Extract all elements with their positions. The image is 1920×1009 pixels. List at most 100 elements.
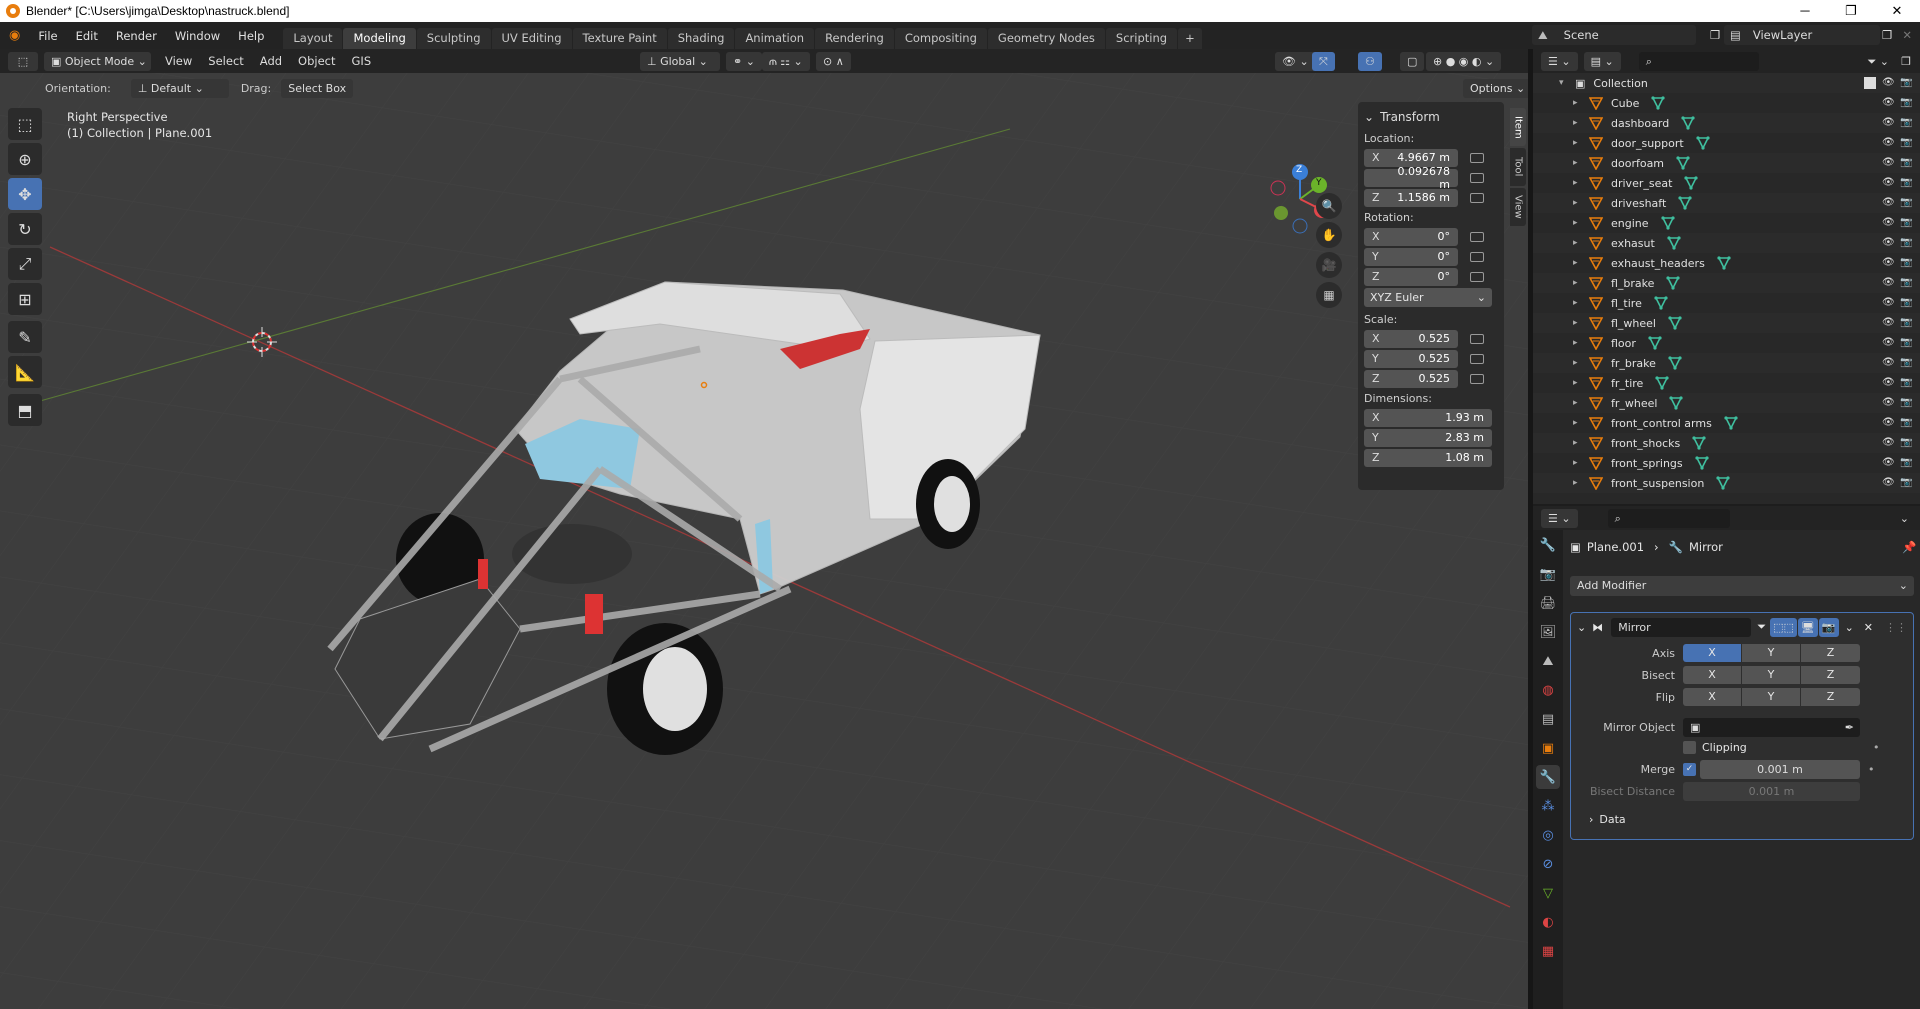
rotation-y-field[interactable]: Y 0°: [1364, 247, 1458, 266]
scale-x-field[interactable]: X 0.525: [1364, 329, 1458, 348]
menu-window[interactable]: Window: [166, 29, 229, 43]
lock-icon[interactable]: [1470, 251, 1484, 262]
expand-triangle-icon[interactable]: ▸: [1573, 318, 1581, 328]
mesh-data-icon[interactable]: [1655, 376, 1669, 390]
camera-icon[interactable]: 📷: [1900, 337, 1912, 349]
mode-selector[interactable]: ▣ Object Mode ⌄: [44, 51, 151, 71]
camera-icon[interactable]: 📷: [1900, 157, 1912, 169]
zoom-icon[interactable]: 🔍: [1316, 193, 1342, 219]
lock-icon[interactable]: [1470, 152, 1484, 163]
tab-layout[interactable]: Layout: [283, 28, 343, 49]
gis-menu[interactable]: GIS: [344, 54, 380, 68]
pan-hand-icon[interactable]: ✋: [1316, 222, 1342, 248]
modifier-name-input[interactable]: Mirror: [1611, 617, 1752, 637]
editor-type-icon[interactable]: ☰ ⌄: [1541, 508, 1578, 528]
tab-texture-paint[interactable]: Texture Paint: [572, 28, 667, 49]
add-modifier-button[interactable]: Add Modifier ⌄: [1570, 576, 1914, 596]
mesh-data-icon[interactable]: [1666, 276, 1681, 290]
tab-modeling[interactable]: Modeling: [343, 28, 416, 49]
eye-icon[interactable]: 👁: [1882, 77, 1895, 89]
world-properties-icon[interactable]: ◍: [1536, 678, 1560, 702]
modifier-dropdown-icon[interactable]: ⌄: [1845, 621, 1854, 634]
tab-shading[interactable]: Shading: [667, 28, 735, 49]
mesh-data-icon[interactable]: [1654, 296, 1668, 310]
viewport-display-toggle-icon[interactable]: 🖥: [1797, 617, 1818, 637]
expand-triangle-icon[interactable]: ▸: [1573, 438, 1581, 448]
clipping-checkbox[interactable]: [1683, 740, 1696, 754]
transform-orientation-selector[interactable]: ⊥ Global ⌄: [640, 51, 720, 71]
maximize-button[interactable]: ❐: [1828, 0, 1874, 22]
mesh-data-icon[interactable]: [1681, 116, 1695, 130]
pivot-point-icon[interactable]: ⚭ ⌄: [726, 51, 762, 71]
eye-icon[interactable]: 👁: [1882, 277, 1895, 289]
collapse-chevron-icon[interactable]: ⌄: [1577, 621, 1586, 634]
move-tool-icon[interactable]: ✥: [8, 178, 42, 210]
data-subpanel-header[interactable]: › Data: [1589, 809, 1626, 829]
collection-properties-icon[interactable]: ▤: [1536, 707, 1560, 731]
eye-icon[interactable]: 👁: [1882, 257, 1895, 269]
dimension-x-field[interactable]: X 1.93 m: [1364, 408, 1492, 427]
mesh-data-icon[interactable]: [1692, 436, 1706, 450]
mesh-data-icon[interactable]: [1696, 136, 1710, 150]
location-y-field[interactable]: 0.092678 m: [1364, 165, 1458, 191]
location-z-field[interactable]: Z 1.1586 m: [1364, 188, 1458, 207]
lock-icon[interactable]: [1470, 192, 1484, 203]
expand-triangle-icon[interactable]: ▸: [1573, 198, 1581, 208]
display-mode-icon[interactable]: ▤ ⌄: [1583, 51, 1621, 71]
new-collection-icon[interactable]: ❐: [1894, 52, 1918, 71]
merge-checkbox[interactable]: ✓: [1683, 762, 1696, 776]
outliner-item[interactable]: ▸ door_support 👁 📷: [1533, 133, 1920, 153]
axis-z-toggle[interactable]: Z: [1801, 644, 1860, 662]
rotate-tool-icon[interactable]: ↻: [8, 213, 42, 245]
mesh-data-icon[interactable]: [1668, 356, 1682, 370]
viewlayer-selector[interactable]: ▤ ViewLayer: [1724, 25, 1880, 45]
tab-sculpting[interactable]: Sculpting: [416, 28, 491, 49]
editor-type-icon[interactable]: ☰ ⌄: [1541, 51, 1578, 71]
flip-x-toggle[interactable]: X: [1683, 688, 1742, 706]
eye-icon[interactable]: 👁: [1882, 137, 1895, 149]
editor-type-icon[interactable]: ⬚: [8, 51, 38, 71]
mesh-data-icon[interactable]: [1676, 156, 1690, 170]
camera-view-icon[interactable]: 🎥: [1316, 252, 1342, 278]
eye-icon[interactable]: 👁: [1882, 177, 1895, 189]
mesh-data-icon[interactable]: [1717, 256, 1731, 270]
snap-icon[interactable]: ⫙ ⚏ ⌄: [762, 51, 810, 71]
mesh-data-icon[interactable]: [1716, 476, 1730, 490]
rotation-z-field[interactable]: Z 0°: [1364, 267, 1458, 286]
outliner-item[interactable]: ▸ fr_brake 👁 📷: [1533, 353, 1920, 373]
outliner-item[interactable]: ▸ fl_tire 👁 📷: [1533, 293, 1920, 313]
mesh-data-icon[interactable]: [1660, 216, 1675, 230]
properties-search-input[interactable]: ⌕: [1607, 508, 1730, 528]
expand-triangle-icon[interactable]: ▾: [1559, 78, 1567, 88]
camera-icon[interactable]: 📷: [1900, 217, 1912, 229]
view-layer-properties-icon[interactable]: 🖼: [1536, 620, 1560, 644]
eye-icon[interactable]: 👁: [1882, 397, 1895, 409]
eye-icon[interactable]: 👁: [1882, 457, 1895, 469]
expand-triangle-icon[interactable]: ▸: [1573, 278, 1581, 288]
camera-icon[interactable]: 📷: [1900, 317, 1912, 329]
outliner-item[interactable]: ▸ fl_brake 👁 📷: [1533, 273, 1920, 293]
eye-icon[interactable]: 👁: [1882, 97, 1895, 109]
outliner-search-input[interactable]: ⌕: [1638, 51, 1759, 71]
outliner-item[interactable]: ▸ Cube 👁 📷: [1533, 93, 1920, 113]
cursor-tool-icon[interactable]: ⊕: [8, 143, 42, 175]
expand-triangle-icon[interactable]: ▸: [1573, 378, 1581, 388]
menu-render[interactable]: Render: [107, 29, 166, 43]
visibility-icon[interactable]: 👁 ⌄: [1275, 51, 1316, 71]
physics-properties-icon[interactable]: ◎: [1536, 823, 1560, 847]
expand-triangle-icon[interactable]: ▸: [1573, 98, 1581, 108]
menu-edit[interactable]: Edit: [67, 29, 107, 43]
new-scene-icon[interactable]: ❐: [1710, 28, 1720, 42]
eye-icon[interactable]: 👁: [1882, 477, 1895, 489]
minimize-button[interactable]: ─: [1782, 0, 1828, 22]
axis-y-toggle[interactable]: Y: [1742, 644, 1801, 662]
eye-icon[interactable]: 👁: [1882, 377, 1895, 389]
bisect-z-toggle[interactable]: Z: [1801, 666, 1860, 684]
edit-mode-cage-icon[interactable]: ⏷: [1757, 620, 1766, 634]
flip-y-toggle[interactable]: Y: [1742, 688, 1801, 706]
mesh-data-icon[interactable]: [1648, 336, 1662, 350]
blender-menu-icon[interactable]: ◉: [0, 28, 29, 43]
outliner-item[interactable]: ▸ front_suspension 👁 📷: [1533, 473, 1920, 493]
constraints-properties-icon[interactable]: ⊘: [1536, 852, 1560, 876]
tab-animation[interactable]: Animation: [735, 28, 815, 49]
